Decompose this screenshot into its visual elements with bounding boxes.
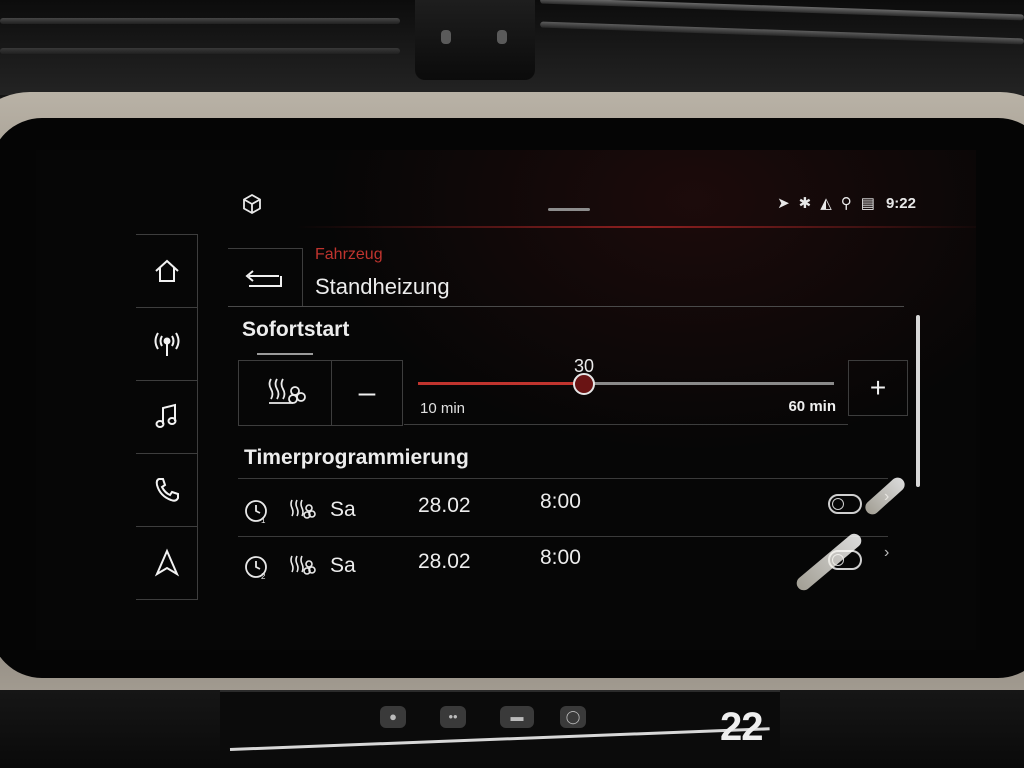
header-divider [228,306,904,307]
nav-rail [136,234,198,600]
svg-text:1: 1 [261,516,266,524]
timer-divider [238,478,888,479]
slider-max-label: 60 min [788,398,836,415]
drawer-handle[interactable] [548,208,590,211]
nav-navigation-button[interactable] [136,526,198,600]
radio-icon [154,332,179,356]
scrollbar[interactable] [916,315,920,487]
home-icon [154,259,179,282]
signal-icon: ▤ [860,195,875,212]
clock-time: 9:22 [885,194,916,212]
slider-thumb[interactable] [573,373,595,395]
decrease-duration-button[interactable]: – [332,360,403,426]
breadcrumb[interactable]: Fahrzeug [315,246,383,264]
bluetooth-icon: ✱ [798,195,812,212]
mmi-screen: ➤ ✱ ◭ ⚲ ▤ 9:22 Fahrzeug Standheizung Sof… [36,150,976,650]
heater-icon [290,499,316,519]
speaker-mute-icon: ◭ [820,195,832,212]
climate-button-4[interactable]: ◯ [560,706,586,728]
nav-home-button[interactable] [136,234,198,307]
section-title-timer: Timerprogrammierung [244,446,469,469]
navigation-arrow-icon: ➤ [777,195,790,212]
status-icons: ➤ ✱ ◭ ⚲ ▤ 9:22 [777,194,916,213]
air-vent [0,0,1024,95]
timer-time: 8:00 [540,546,581,569]
timer-row-2[interactable]: 2 Sa 28.02 8:00 › [238,542,889,596]
status-accent-line [296,226,976,228]
climate-button-2[interactable]: •• [440,706,466,728]
music-note-icon [155,403,176,428]
heater-mode-button[interactable] [238,353,332,426]
timer-row-1[interactable]: 1 Sa 28.02 8:00 › [238,486,889,540]
page-title: Standheizung [315,274,450,299]
section-title-sofortstart: Sofortstart [242,318,350,341]
svg-text:2: 2 [261,572,266,580]
temperature-readout: 22 [720,705,763,749]
nav-phone-button[interactable] [136,453,198,526]
climate-button-3[interactable]: ▬ [500,706,534,728]
back-button[interactable] [228,248,303,307]
heater-icon [290,555,316,575]
row-divider [238,536,888,537]
timer-day: Sa [330,554,356,577]
slider-min-label: 10 min [420,400,466,417]
nav-media-button[interactable] [136,380,198,453]
timer-1-icon: 1 [245,500,267,524]
slider-track[interactable]: 30 [418,356,834,395]
car-cube-icon[interactable] [240,192,264,216]
phone-icon [155,478,179,502]
phone-mount [415,0,535,80]
status-bar: ➤ ✱ ◭ ⚲ ▤ 9:22 [236,192,976,228]
navigation-icon [154,548,179,577]
climate-button-1[interactable]: ● [380,706,406,728]
back-arrow-icon [245,270,282,287]
timer-2-icon: 2 [245,556,267,580]
timer-date: 28.02 [418,550,471,573]
timer-time: 8:00 [540,490,581,513]
increase-duration-button[interactable]: + [848,360,908,416]
chevron-right-icon[interactable]: › [884,544,889,562]
timer-day: Sa [330,498,356,521]
slider-fill [418,382,584,385]
nav-radio-button[interactable] [136,307,198,380]
toggle-off-icon[interactable] [828,494,862,514]
seat-heater-icon [268,378,306,404]
network-tree-icon: ⚲ [840,195,852,212]
duration-slider[interactable]: 30 10 min 60 min [404,356,848,425]
timer-date: 28.02 [418,494,471,517]
